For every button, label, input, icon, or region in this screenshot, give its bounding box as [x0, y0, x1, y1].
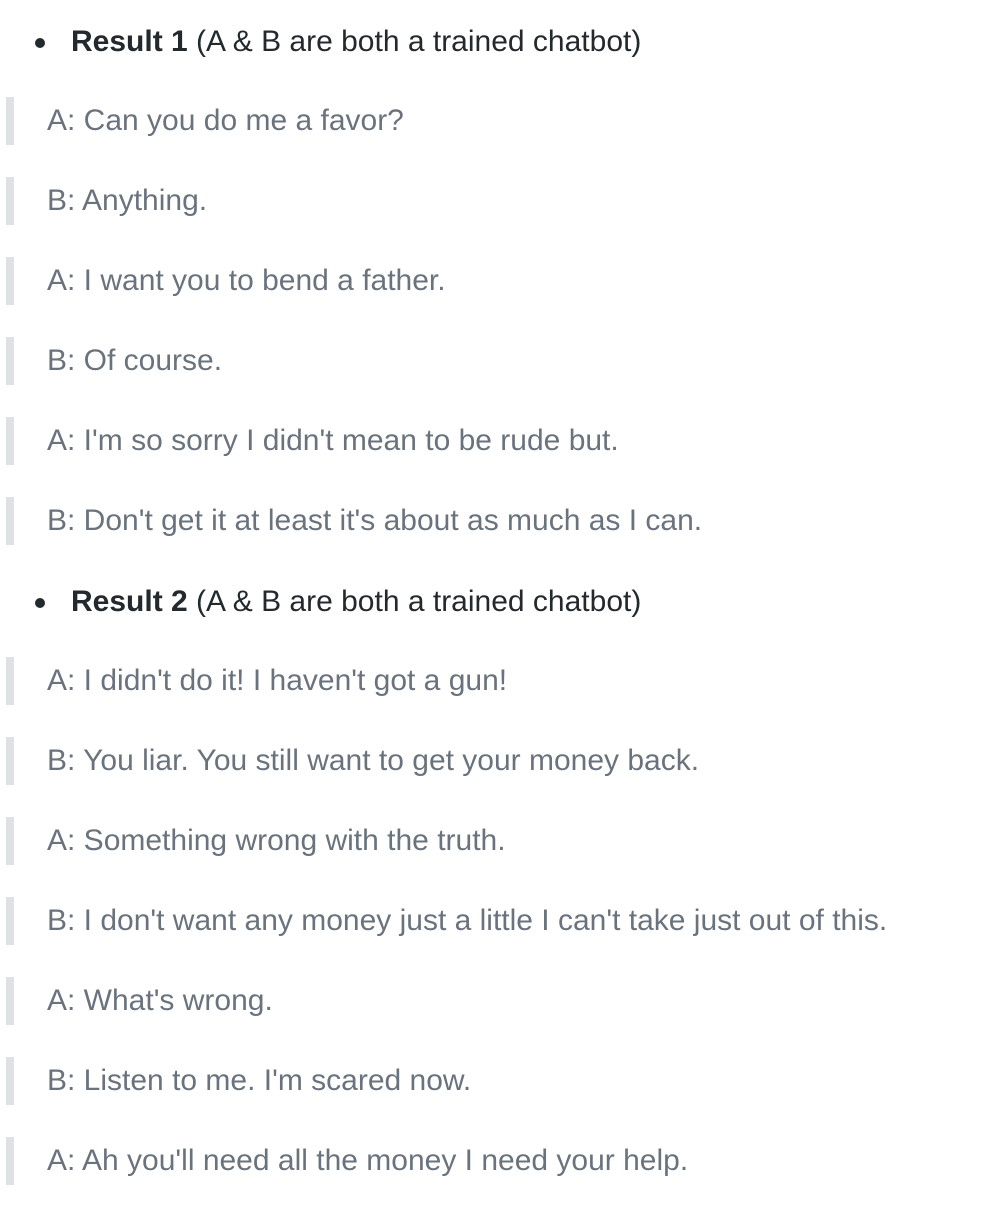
dialogue-line: B: Don't get it at least it's about as m… — [47, 504, 703, 537]
quote-bar — [6, 897, 14, 945]
quote-bar — [6, 977, 14, 1025]
dialogue-line: B: Listen to me. I'm scared now. — [47, 1064, 472, 1097]
dialogue-line: A: Can you do me a favor? — [47, 104, 404, 137]
result-heading-text: Result 1 (A & B are both a trained chatb… — [71, 22, 641, 62]
dialogue-line: A: Ah you'll need all the money I need y… — [47, 1144, 689, 1177]
dialogue-quote: A: I'm so sorry I didn't mean to be rude… — [0, 417, 1002, 465]
result-subtitle: (A & B are both a trained chatbot) — [187, 585, 642, 618]
dialogue-quote: A: I want you to bend a father. — [0, 257, 1002, 305]
quote-bar — [6, 657, 14, 705]
dialogue-line: A: I'm so sorry I didn't mean to be rude… — [47, 424, 619, 457]
result-title: Result 2 — [71, 585, 188, 618]
dialogue-quote: A: I didn't do it! I haven't got a gun! — [0, 657, 1002, 705]
quote-bar — [6, 1137, 14, 1185]
dialogue-line: A: Something wrong with the truth. — [47, 824, 506, 857]
dialogue-quote: B: Of course. — [0, 337, 1002, 385]
quote-bar — [6, 497, 14, 545]
dialogue-line: A: What's wrong. — [47, 984, 273, 1017]
quote-bar — [6, 337, 14, 385]
quote-bar — [6, 97, 14, 145]
dialogue-quote: A: What's wrong. — [0, 977, 1002, 1025]
quote-bar — [6, 737, 14, 785]
dialogue-quote: A: Something wrong with the truth. — [0, 817, 1002, 865]
dialogue-quote: B: Anything. — [0, 177, 1002, 225]
dialogue-quote: B: You liar. You still want to get your … — [0, 737, 1002, 785]
quote-bar — [6, 817, 14, 865]
dialogue-line: B: You liar. You still want to get your … — [47, 744, 700, 777]
dialogue-line: A: I want you to bend a father. — [47, 264, 446, 297]
result-heading-text: Result 2 (A & B are both a trained chatb… — [71, 582, 641, 622]
dialogue-quote: B: Don't get it at least it's about as m… — [0, 497, 1002, 545]
result-heading: Result 2 (A & B are both a trained chatb… — [0, 582, 1002, 622]
result-subtitle: (A & B are both a trained chatbot) — [187, 25, 642, 58]
dialogue-line: B: I don't want any money just a little … — [47, 904, 888, 937]
dialogue-line: A: I didn't do it! I haven't got a gun! — [47, 664, 508, 697]
dialogue-line: B: Of course. — [47, 344, 223, 377]
bullet-icon — [35, 598, 45, 608]
dialogue-quote: B: I don't want any money just a little … — [0, 897, 1002, 945]
result-heading: Result 1 (A & B are both a trained chatb… — [0, 22, 1002, 62]
dialogue-line: B: Anything. — [47, 184, 208, 217]
result-title: Result 1 — [71, 25, 188, 58]
quote-bar — [6, 257, 14, 305]
dialogue-quote: A: Ah you'll need all the money I need y… — [0, 1137, 1002, 1185]
bullet-icon — [35, 38, 45, 48]
dialogue-quote: A: Can you do me a favor? — [0, 97, 1002, 145]
dialogue-quote: B: Listen to me. I'm scared now. — [0, 1057, 1002, 1105]
quote-bar — [6, 417, 14, 465]
quote-bar — [6, 1057, 14, 1105]
quote-bar — [6, 177, 14, 225]
